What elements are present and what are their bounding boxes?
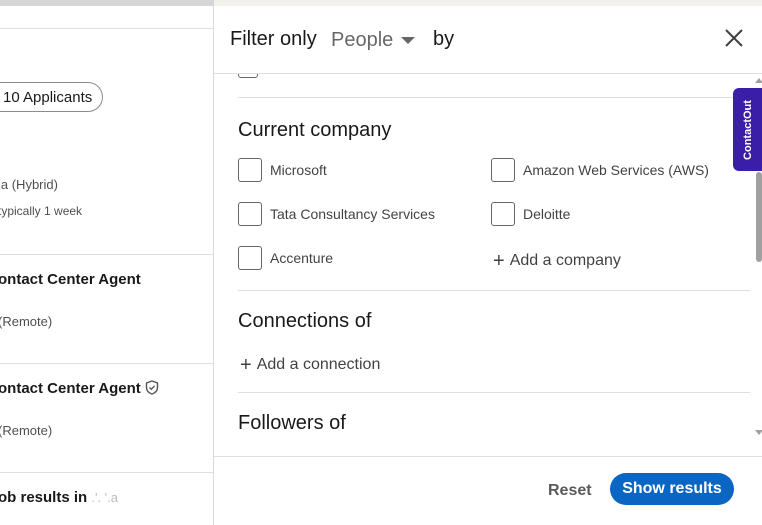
- show-results-button[interactable]: Show results: [610, 473, 734, 505]
- checkbox-box[interactable]: [238, 202, 262, 226]
- checkbox-box[interactable]: [238, 246, 262, 270]
- checkbox-tcs[interactable]: Tata Consultancy Services: [238, 202, 435, 226]
- checkbox-microsoft[interactable]: Microsoft: [238, 158, 327, 182]
- section-divider: [238, 97, 750, 98]
- people-dropdown-value: People: [331, 28, 394, 51]
- divider: [0, 254, 214, 255]
- scroll-down-arrow-icon[interactable]: [755, 430, 762, 435]
- people-dropdown[interactable]: People: [331, 26, 416, 54]
- modal-footer: Reset Show results: [214, 456, 762, 525]
- scrollbar-thumb[interactable]: [756, 172, 762, 262]
- checkbox-box[interactable]: [491, 202, 515, 226]
- job-location: (Remote): [0, 423, 53, 438]
- filter-modal: Filter only People by Current company Mi…: [213, 6, 762, 525]
- checkbox-box[interactable]: [238, 158, 262, 182]
- job-title[interactable]: ontact Center Agent: [0, 271, 141, 288]
- add-connection-label: Add a connection: [256, 356, 381, 373]
- response-time: typically 1 week: [0, 204, 83, 218]
- close-icon: [725, 29, 743, 47]
- caret-down-icon: [401, 36, 416, 44]
- job-title-text: ontact Center Agent: [0, 380, 141, 397]
- checkbox-deloitte[interactable]: Deloitte: [491, 202, 570, 226]
- divider: [0, 472, 214, 473]
- top-shade: [0, 0, 214, 6]
- contactout-label: ContactOut: [741, 99, 754, 160]
- job-location: ia (Hybrid): [0, 177, 58, 192]
- checkbox-label: Microsoft: [270, 162, 327, 178]
- verified-shield-icon: [145, 380, 159, 399]
- checkbox-label: Amazon Web Services (AWS): [523, 162, 709, 178]
- scroll-up-arrow-icon[interactable]: [755, 78, 762, 83]
- applicants-label: 10 Applicants: [3, 88, 93, 106]
- filter-only-label: Filter only: [230, 28, 317, 50]
- contactout-extension-tab[interactable]: ContactOut: [733, 88, 762, 171]
- add-connection-button[interactable]: + Add a connection: [240, 354, 381, 376]
- background-job-list: 10 Applicants ia (Hybrid) typically 1 we…: [0, 0, 214, 525]
- checkbox-label: Accenture: [270, 250, 334, 266]
- section-divider: [238, 290, 750, 291]
- current-company-title: Current company: [238, 119, 392, 141]
- modal-header: Filter only People by: [214, 6, 762, 74]
- add-company-button[interactable]: + Add a company: [493, 250, 621, 272]
- divider: [0, 28, 214, 29]
- add-company-label: Add a company: [509, 252, 621, 269]
- checkbox-accenture[interactable]: Accenture: [238, 246, 333, 270]
- partial-checkbox[interactable]: [238, 74, 258, 78]
- followers-of-title: Followers of: [238, 412, 346, 434]
- checkbox-box[interactable]: [491, 158, 515, 182]
- applicants-pill[interactable]: 10 Applicants: [0, 82, 104, 112]
- job-location: (Remote): [0, 314, 53, 329]
- checkbox-aws[interactable]: Amazon Web Services (AWS): [491, 158, 709, 182]
- checkbox-label: Tata Consultancy Services: [270, 206, 435, 222]
- close-button[interactable]: [720, 24, 748, 52]
- job-title-verified[interactable]: ontact Center Agent: [0, 380, 159, 399]
- plus-icon: +: [493, 250, 505, 272]
- checkbox-label: Deloitte: [523, 206, 571, 222]
- plus-icon: +: [240, 354, 252, 376]
- blurred-location: .'. '.a: [91, 490, 119, 505]
- modal-body: Current company Microsoft Amazon Web Ser…: [214, 74, 762, 456]
- divider: [0, 363, 214, 364]
- reset-button[interactable]: Reset: [548, 482, 592, 500]
- job-results-text: ob results in: [0, 489, 88, 506]
- section-divider: [238, 392, 750, 393]
- by-label: by: [433, 28, 455, 50]
- job-results-link[interactable]: ob results in .'. '.a: [0, 489, 118, 506]
- connections-of-title: Connections of: [238, 310, 372, 332]
